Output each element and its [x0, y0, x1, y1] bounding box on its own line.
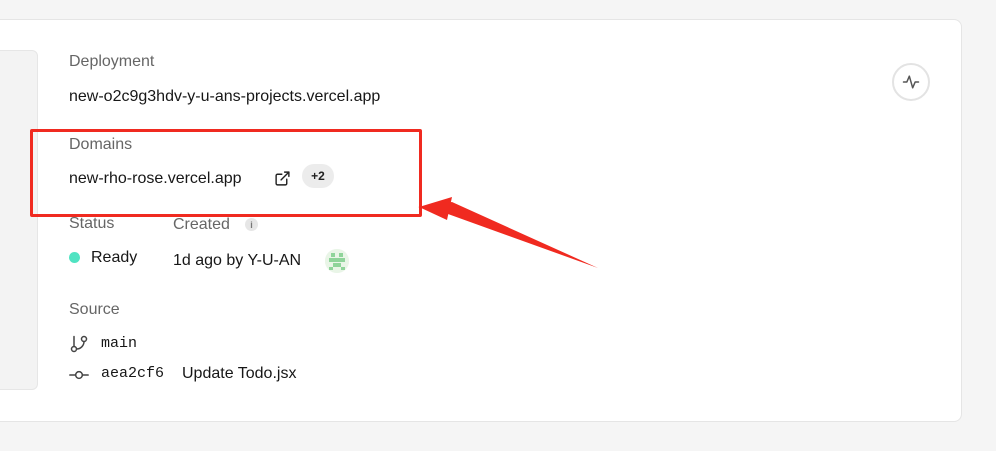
git-branch-icon [70, 335, 88, 353]
commit-message[interactable]: Update Todo.jsx [182, 364, 296, 384]
created-value: 1d ago by Y-U-AN [173, 252, 302, 269]
activity-icon [902, 75, 920, 89]
source-label: Source [69, 301, 120, 318]
status-value: Ready [91, 249, 138, 266]
deployment-url-link[interactable]: new-o2c9g3hdv-y-u-ans-projects.vercel.ap… [69, 87, 380, 107]
activity-button[interactable] [892, 63, 930, 101]
avatar[interactable] [325, 249, 349, 273]
created-label: Created [173, 216, 230, 233]
deployment-label: Deployment [69, 53, 155, 70]
git-commit-icon [69, 370, 89, 380]
commit-hash[interactable]: aea2cf6 [101, 364, 164, 384]
status-dot [69, 252, 80, 263]
status-label: Status [69, 215, 115, 232]
deployment-card [0, 19, 962, 422]
annotation-highlight-box [30, 129, 422, 217]
deployment-preview[interactable] [0, 50, 38, 390]
branch-name[interactable]: main [101, 334, 137, 354]
info-icon[interactable]: i [245, 218, 258, 231]
avatar-pattern [325, 249, 349, 273]
